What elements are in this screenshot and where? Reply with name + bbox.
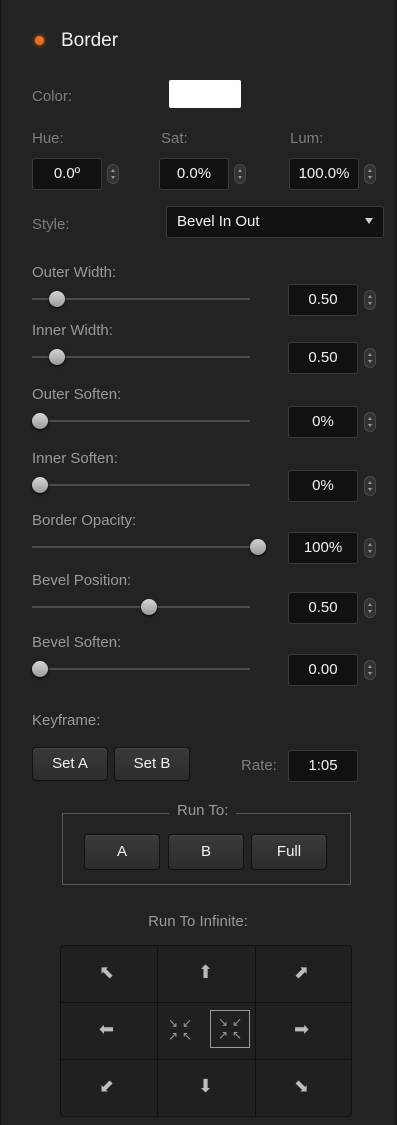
slider-value-field[interactable]: 0%	[288, 406, 358, 438]
border-opacity-control: Border Opacity: 100%	[1, 512, 395, 572]
chevron-down-icon	[365, 218, 373, 224]
bevel-soften-control: Bevel Soften: 0.00	[1, 634, 395, 694]
slider-label: Inner Width:	[32, 322, 113, 339]
bevel-position-control: Bevel Position: 0.50	[1, 572, 395, 632]
arrow-up-right-icon: ⬈	[294, 962, 310, 982]
style-label: Style:	[32, 216, 70, 233]
slider-stepper[interactable]	[364, 598, 376, 618]
lum-label: Lum:	[290, 130, 324, 147]
slider-stepper[interactable]	[364, 476, 376, 496]
run-center-button[interactable]: ↘ ↙ ↗ ↖ ↘ ↙ ↗ ↖	[158, 1003, 255, 1059]
slider-knob[interactable]	[32, 413, 48, 429]
hue-field[interactable]: 0.0º	[32, 158, 102, 190]
slider-stepper[interactable]	[364, 660, 376, 680]
slider-knob[interactable]	[49, 291, 66, 307]
slider-label: Outer Width:	[32, 264, 117, 281]
slider-track[interactable]	[32, 420, 250, 422]
slider-label: Inner Soften:	[32, 450, 118, 467]
run-to-a-button[interactable]: A	[84, 834, 160, 870]
slider-stepper[interactable]	[364, 290, 376, 310]
border-panel: Border Color: Hue: Sat: Lum: 0.0º 0.0% 1…	[0, 0, 396, 1125]
run-bottom-button[interactable]: ⬇	[158, 1060, 255, 1116]
run-to-b-button[interactable]: B	[168, 834, 244, 870]
outer-soften-control: Outer Soften: 0%	[1, 386, 395, 446]
zoom-glyph: ↖	[231, 1028, 243, 1042]
slider-value-field[interactable]: 0%	[288, 470, 358, 502]
slider-knob[interactable]	[250, 539, 266, 555]
slider-label: Bevel Position:	[32, 572, 132, 589]
slider-value-field[interactable]: 0.00	[288, 654, 358, 686]
arrow-down-left-icon: ⬋	[99, 1076, 115, 1096]
style-dropdown-value: Bevel In Out	[177, 213, 260, 230]
sat-label: Sat:	[161, 130, 188, 147]
run-top-left-button[interactable]: ⬉	[61, 946, 157, 1002]
slider-value-field[interactable]: 0.50	[288, 592, 358, 624]
arrow-up-left-icon: ⬉	[99, 962, 115, 982]
run-to-infinite-grid: ⬉ ⬆ ⬈ ⬅ ↘ ↙ ↗ ↖ ↘ ↙ ↗ ↖ ➡ ⬋ ⬇ ⬊	[60, 945, 352, 1117]
run-to-label: Run To:	[169, 802, 237, 819]
hue-label: Hue:	[32, 130, 64, 147]
lum-stepper[interactable]	[364, 164, 376, 184]
run-to-full-button[interactable]: Full	[251, 834, 327, 870]
run-right-button[interactable]: ➡	[256, 1003, 351, 1059]
run-to-infinite-label: Run To Infinite:	[148, 913, 248, 930]
panel-title: Border	[61, 30, 119, 51]
arrow-left-icon: ⬅	[99, 1019, 115, 1039]
slider-stepper[interactable]	[364, 412, 376, 432]
color-swatch[interactable]	[169, 80, 241, 108]
run-bottom-left-button[interactable]: ⬋	[61, 1060, 157, 1116]
slider-track[interactable]	[32, 546, 250, 548]
slider-track[interactable]	[32, 484, 250, 486]
run-left-button[interactable]: ⬅	[61, 1003, 157, 1059]
zoom-in-selected-icon[interactable]: ↘ ↙ ↗ ↖	[210, 1010, 250, 1048]
run-top-button[interactable]: ⬆	[158, 946, 255, 1002]
slider-stepper[interactable]	[364, 348, 376, 368]
run-top-right-button[interactable]: ⬈	[256, 946, 351, 1002]
zoom-in-icon: ↘ ↙ ↗ ↖	[166, 1017, 194, 1043]
slider-value-field[interactable]: 0.50	[288, 342, 358, 374]
slider-stepper[interactable]	[364, 538, 376, 558]
set-b-button[interactable]: Set B	[114, 747, 190, 781]
lum-field[interactable]: 100.0%	[289, 158, 359, 190]
keyframe-label: Keyframe:	[32, 712, 101, 729]
slider-knob[interactable]	[32, 661, 48, 677]
arrow-right-icon: ➡	[294, 1019, 310, 1039]
rate-label: Rate:	[241, 757, 277, 774]
slider-label: Border Opacity:	[32, 512, 137, 529]
outer-width-control: Outer Width: 0.50	[1, 264, 395, 324]
inner-width-control: Inner Width: 0.50	[1, 322, 395, 382]
inner-soften-control: Inner Soften: 0%	[1, 450, 395, 510]
slider-value-field[interactable]: 100%	[288, 532, 358, 564]
hue-stepper[interactable]	[107, 164, 119, 184]
enabled-indicator-icon[interactable]	[35, 36, 44, 45]
slider-knob[interactable]	[32, 477, 48, 493]
zoom-glyph: ↗	[167, 1029, 179, 1043]
zoom-glyph: ↗	[217, 1028, 229, 1042]
slider-value-field[interactable]: 0.50	[288, 284, 358, 316]
slider-label: Outer Soften:	[32, 386, 122, 403]
set-a-button[interactable]: Set A	[32, 747, 108, 781]
arrow-down-icon: ⬇	[198, 1076, 214, 1096]
slider-knob[interactable]	[49, 349, 66, 365]
arrow-down-right-icon: ⬊	[294, 1076, 310, 1096]
rate-field[interactable]: 1:05	[288, 750, 358, 782]
color-label: Color:	[32, 88, 73, 105]
arrow-up-icon: ⬆	[198, 962, 214, 982]
run-bottom-right-button[interactable]: ⬊	[256, 1060, 351, 1116]
slider-label: Bevel Soften:	[32, 634, 122, 651]
style-dropdown[interactable]: Bevel In Out	[166, 206, 384, 238]
slider-knob[interactable]	[141, 599, 157, 615]
slider-track[interactable]	[32, 668, 250, 670]
sat-stepper[interactable]	[234, 164, 246, 184]
sat-field[interactable]: 0.0%	[159, 158, 229, 190]
zoom-glyph: ↖	[181, 1029, 193, 1043]
